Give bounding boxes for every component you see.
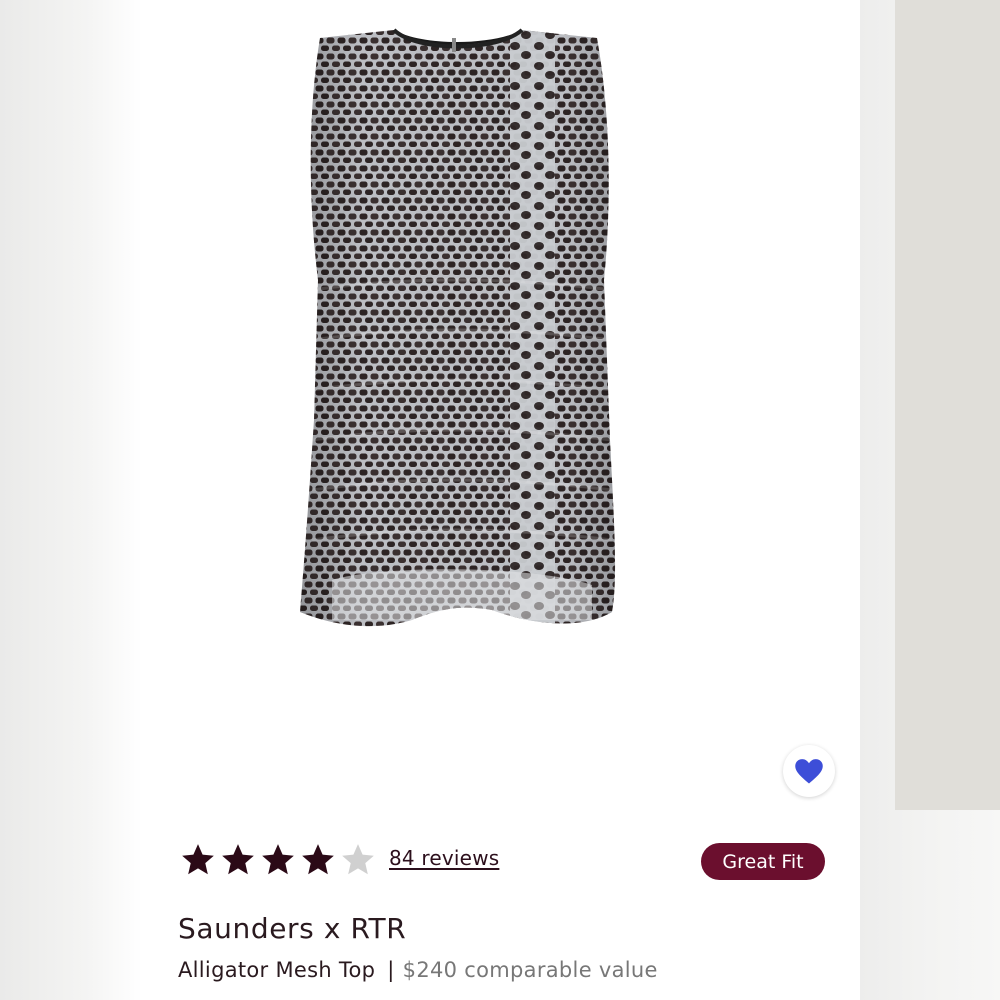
product-card: 84 reviews Great Fit Saunders x RTR Alli…	[142, 0, 1000, 1000]
next-image-preview[interactable]	[895, 0, 1000, 810]
designer-name: Saunders x RTR	[178, 912, 407, 945]
star-rating	[178, 840, 378, 880]
product-image[interactable]	[292, 20, 632, 650]
product-name: Alligator Mesh Top	[178, 958, 376, 982]
product-info-line: Alligator Mesh Top | $240 comparable value	[178, 958, 658, 982]
star-filled-icon	[182, 844, 214, 875]
favorite-button[interactable]	[783, 745, 835, 797]
heart-icon	[795, 759, 823, 784]
star-filled-icon	[222, 844, 254, 875]
separator: |	[387, 958, 395, 982]
reviews-link[interactable]: 84 reviews	[389, 846, 499, 870]
star-filled-icon	[302, 844, 334, 875]
price-label: $240 comparable value	[402, 958, 658, 982]
fit-badge: Great Fit	[701, 843, 825, 880]
star-filled-icon	[262, 844, 294, 875]
star-empty-icon	[342, 844, 374, 875]
background-left	[0, 0, 142, 1000]
